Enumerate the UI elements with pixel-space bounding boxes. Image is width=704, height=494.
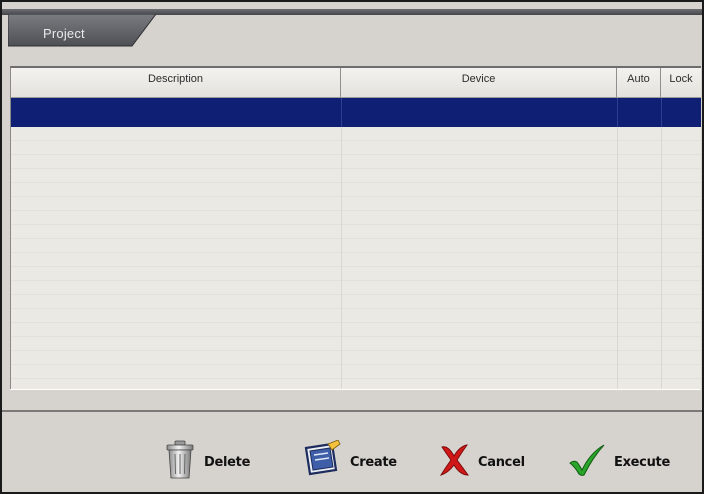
panel-header: Project [2, 2, 702, 52]
column-divider [617, 98, 618, 127]
create-document-icon [302, 438, 342, 485]
project-table[interactable]: Description Device Auto Lock [10, 66, 701, 390]
column-divider [617, 127, 618, 390]
cancel-button[interactable]: Cancel [438, 437, 525, 487]
table-header: Description Device Auto Lock [11, 68, 701, 98]
column-divider [341, 127, 342, 390]
button-bar: Delete Create Cancel Execute [2, 412, 702, 492]
column-header-lock[interactable]: Lock [661, 68, 701, 97]
table-footer-strip [10, 389, 700, 410]
delete-button-label: Delete [204, 454, 251, 470]
column-divider [661, 98, 662, 127]
column-header-description[interactable]: Description [11, 68, 341, 97]
trash-can-icon [164, 440, 196, 485]
column-divider [341, 98, 342, 127]
execute-button-label: Execute [614, 454, 670, 470]
table-empty-rows[interactable] [11, 127, 701, 390]
column-header-device[interactable]: Device [341, 68, 617, 97]
green-checkmark-icon [568, 443, 606, 482]
tab-project[interactable]: Project [8, 14, 156, 52]
column-divider [661, 127, 662, 390]
execute-button[interactable]: Execute [568, 437, 670, 487]
create-button-label: Create [350, 454, 397, 470]
table-row-selected[interactable] [11, 98, 701, 127]
project-panel: Project Description Device Auto Lock Del… [0, 0, 704, 494]
create-button[interactable]: Create [302, 437, 397, 487]
column-header-auto[interactable]: Auto [617, 68, 661, 97]
red-x-icon [438, 443, 470, 482]
tab-project-label: Project [43, 26, 85, 41]
cancel-button-label: Cancel [478, 454, 525, 470]
delete-button[interactable]: Delete [164, 437, 250, 487]
